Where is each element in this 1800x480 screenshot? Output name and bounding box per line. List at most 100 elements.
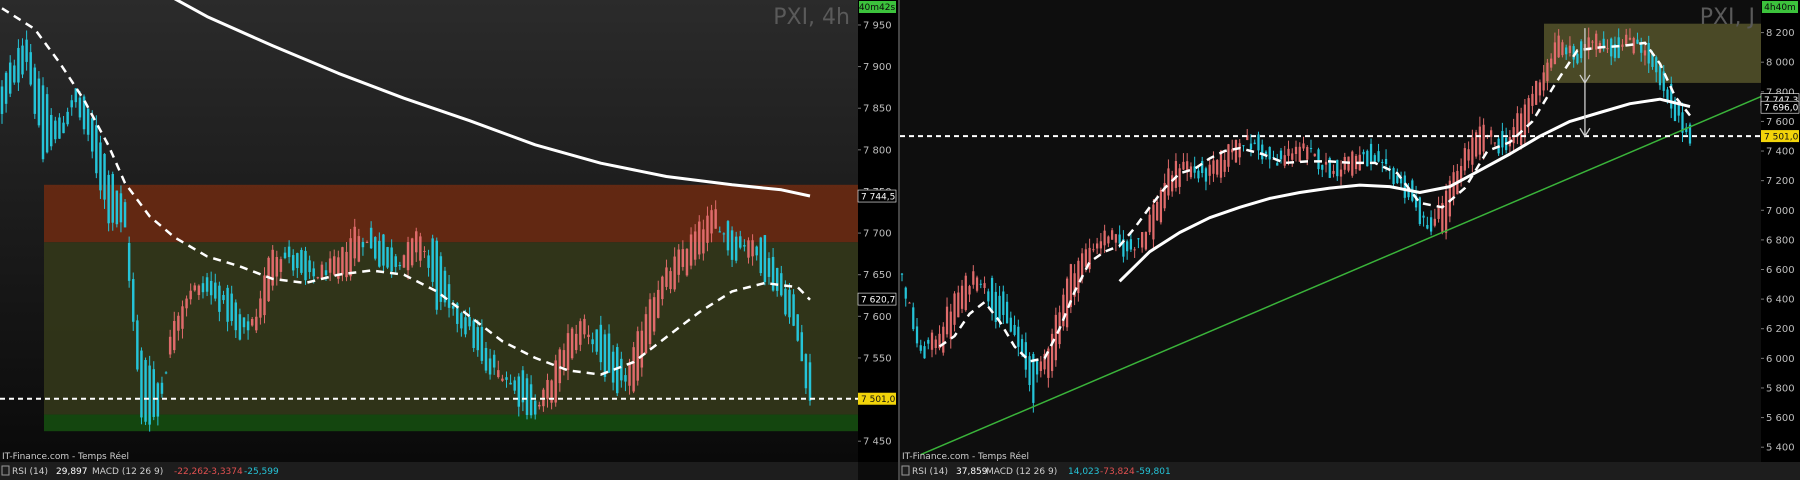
candle-bear (1542, 72, 1545, 91)
candle-bull (91, 118, 94, 152)
candle-bull (156, 383, 160, 417)
candle-bear (1625, 34, 1628, 46)
candle-bear (1103, 230, 1106, 246)
y-tick-label: 5 800 (1766, 383, 1795, 394)
right-timer-text: 4h40m (1764, 3, 1796, 13)
y-tick-label: 6 400 (1766, 295, 1795, 306)
right-source-label: IT-Finance.com - Temps Réel (902, 451, 1029, 462)
candle-bear (1291, 153, 1294, 160)
candle-bear (1141, 232, 1144, 248)
candle-bull (107, 174, 110, 224)
candle-bear (365, 242, 369, 244)
candle-bull (464, 317, 467, 335)
candle-bear (1152, 204, 1155, 240)
candle-bull (25, 39, 28, 62)
candle-bull (796, 314, 799, 341)
candle-bear (1107, 236, 1110, 244)
candle-bear (632, 347, 635, 392)
candle-bear (983, 283, 986, 288)
right-macd-value-3: -59,801 (1136, 467, 1171, 477)
candle-bull (1636, 39, 1639, 44)
y-tick-label: 6 200 (1766, 324, 1795, 335)
candle-bull (800, 332, 804, 362)
zone-green (44, 414, 858, 432)
chart-canvas: PXI, 4h 7 4507 5007 5507 6007 6507 7007 … (0, 0, 1800, 480)
candle-bear (975, 277, 979, 291)
y-tick-label: 6 800 (1766, 235, 1795, 246)
candle-bear (1561, 42, 1564, 56)
candle-bear (1595, 33, 1598, 50)
left-timer-text: 40m42s (859, 3, 896, 13)
candle-bear (1527, 98, 1530, 125)
candle-bull (58, 117, 61, 139)
candle-bear (538, 404, 541, 407)
candle-bear (1212, 160, 1215, 174)
candle-bull (300, 249, 303, 273)
candle-bull (1580, 41, 1583, 59)
candle-bull (230, 293, 233, 322)
candle-bull (119, 193, 123, 223)
candle-bull (1276, 162, 1279, 166)
candle-bull (927, 339, 930, 344)
candle-bear (1182, 161, 1185, 170)
candle-bear (1099, 241, 1103, 249)
candle-bear (332, 256, 336, 275)
candle-bear (1444, 190, 1448, 233)
candle-bear (402, 255, 406, 268)
panel-divider[interactable] (898, 0, 900, 480)
y-tick-label: 5 600 (1766, 413, 1795, 424)
candle-bear (554, 360, 557, 403)
y-tick-label: 7 950 (863, 20, 892, 31)
candle-bull (209, 280, 213, 296)
candle-bear (328, 258, 332, 273)
y-tick-label: 6 600 (1766, 265, 1795, 276)
candle-bull (214, 282, 217, 299)
y-tick-label: 7 850 (863, 104, 892, 115)
candle-bear (1223, 159, 1226, 172)
candle-bull (369, 227, 373, 249)
candle-bull (1422, 215, 1425, 218)
candle-bull (1501, 130, 1504, 148)
candle-bull (755, 246, 758, 256)
candle-bull (792, 294, 795, 326)
candle-bear (677, 249, 680, 275)
candle-bear (693, 231, 697, 260)
candle-bull (730, 230, 734, 260)
candle-bull (33, 67, 37, 114)
candle-bear (960, 285, 964, 309)
candle-bull (160, 382, 164, 394)
candle-bear (1227, 144, 1230, 167)
candle-bear (964, 275, 967, 311)
candle-bear (341, 247, 344, 275)
candle-bull (291, 255, 295, 271)
candle-bear (1219, 150, 1223, 178)
candle-bear (168, 336, 172, 355)
candle-bull (1268, 147, 1271, 160)
candle-bear (1148, 214, 1151, 233)
candle-bull (525, 378, 529, 415)
candle-bull (394, 256, 397, 267)
candle-bear (953, 293, 956, 325)
candle-bear (706, 215, 709, 243)
candle-bear (702, 229, 705, 254)
candle-bull (1565, 47, 1568, 55)
candle-bull (1369, 143, 1373, 162)
candle-bear (1287, 148, 1290, 156)
candle-bull (431, 238, 434, 282)
right-rsi-value: 37,859 (956, 467, 988, 477)
candle-bear (1095, 243, 1099, 249)
candle-bear (1313, 153, 1316, 157)
candle-bull (41, 85, 45, 160)
candle-bear (669, 271, 672, 290)
right-rsi-label: RSI (14) (912, 467, 948, 477)
candle-bull (624, 375, 627, 382)
y-tick-label: 7 800 (863, 145, 892, 156)
candle-bull (990, 277, 994, 313)
candle-bull (226, 287, 229, 322)
candle-bull (1384, 158, 1388, 164)
candle-bull (1640, 44, 1643, 53)
candle-bear (1621, 44, 1624, 47)
candle-bear (1339, 169, 1343, 177)
left-source-label: IT-Finance.com - Temps Réel (2, 451, 129, 462)
candle-bull (66, 111, 69, 125)
